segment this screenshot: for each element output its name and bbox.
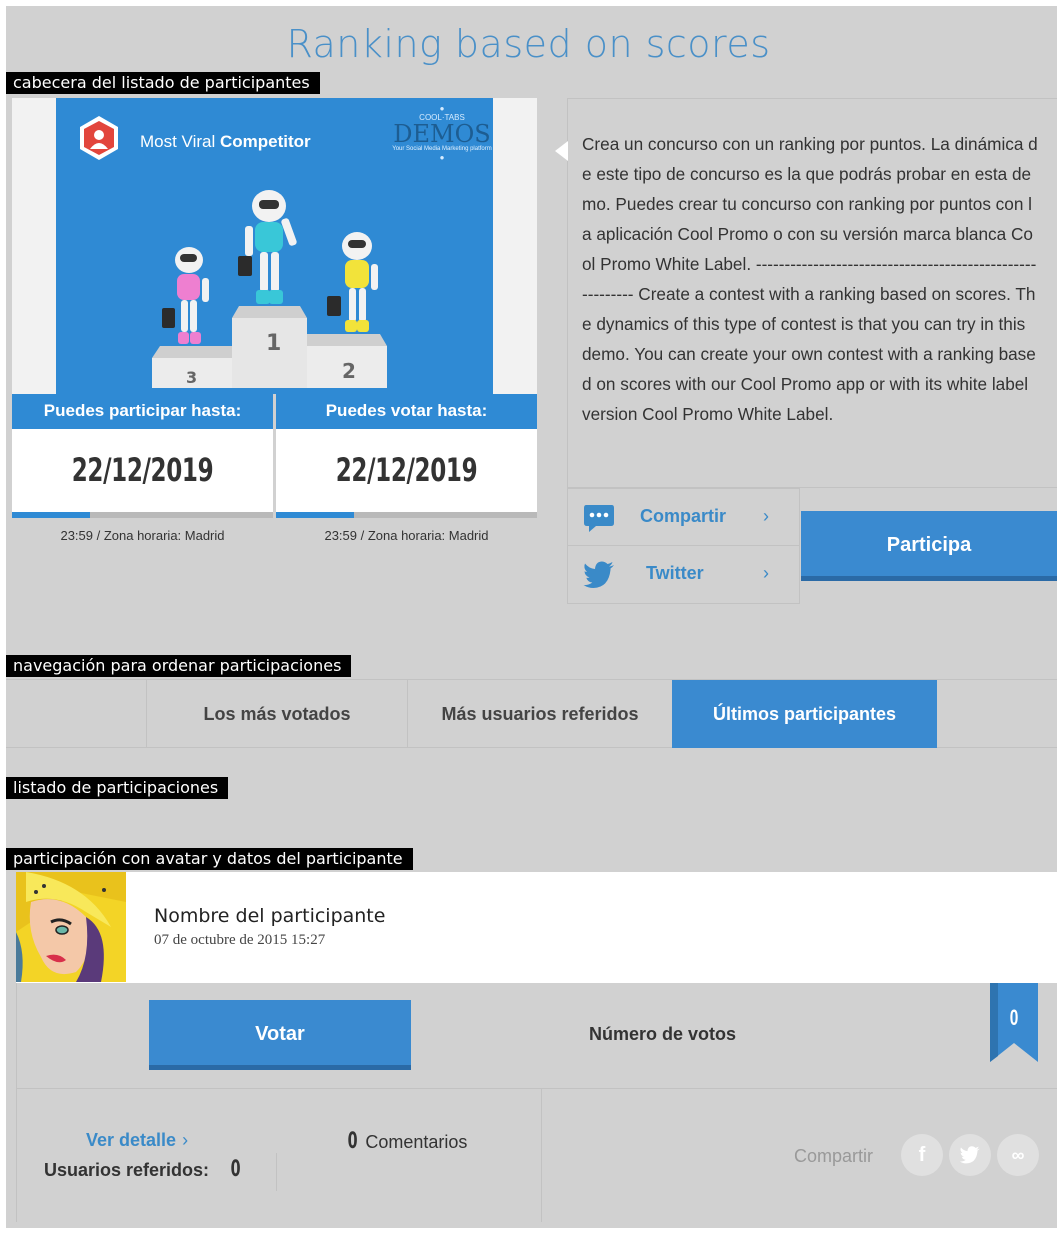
entry-footer: Ver detalle › 0 Comentarios Usuarios refe…	[16, 1089, 1057, 1222]
banner-right-margin	[493, 98, 537, 394]
votes-label: Número de votos	[589, 1024, 737, 1044]
link-icon[interactable]: ∞	[997, 1134, 1039, 1176]
twitter-icon[interactable]	[949, 1134, 991, 1176]
referred-count: 0	[230, 1157, 241, 1182]
vote-progress-bar	[276, 512, 537, 518]
twitter-label: Twitter	[646, 563, 704, 583]
participate-deadline-label: Puedes participar hasta:	[12, 394, 273, 429]
participate-timezone: 23:59 / Zona horaria: Madrid	[60, 528, 225, 543]
share-compartir-link[interactable]: Compartir ›	[568, 489, 799, 546]
vote-panel: Votar Número de votos 0	[16, 983, 1057, 1089]
referred-users: Usuarios referidos: 0	[44, 1157, 241, 1182]
share-twitter-link[interactable]: Twitter ›	[568, 546, 799, 603]
vote-timezone: 23:59 / Zona horaria: Madrid	[324, 528, 489, 543]
compartir-label: Compartir	[640, 506, 727, 526]
chevron-right-icon: ›	[182, 1130, 189, 1150]
share-panel: Compartir › Twitter ›	[567, 488, 800, 604]
demos-badge: ● COOL·TABS DEMOS Your Social Media Mark…	[392, 104, 492, 162]
description-pointer	[555, 141, 568, 161]
podium-third: 3	[186, 368, 197, 387]
participate-progress-bar	[12, 512, 273, 518]
page-title: Ranking based on scores	[286, 22, 771, 66]
divider	[276, 1153, 277, 1191]
facebook-icon[interactable]: f	[901, 1134, 943, 1176]
banner-brand-text: Most Viral Competitor	[140, 132, 311, 151]
contest-banner: Most Viral Competitor ● COOL·TABS DEMOS …	[12, 98, 537, 394]
votes-count: 0	[1009, 1005, 1019, 1030]
tag-nav: navegación para ordenar participaciones	[6, 655, 352, 677]
tab-most-referred[interactable]: Más usuarios referidos	[408, 680, 672, 748]
footer-share-label: Compartir	[794, 1146, 874, 1166]
vote-deadline: Puedes votar hasta: 22/12/2019	[276, 394, 537, 518]
chevron-right-icon: ›	[763, 563, 769, 583]
participate-deadline-date: 22/12/2019	[71, 451, 214, 489]
avatar[interactable]	[16, 872, 126, 982]
podium-first: 1	[266, 331, 281, 356]
participate-button[interactable]: Participa	[801, 511, 1057, 581]
chevron-right-icon: ›	[763, 506, 769, 526]
vote-button[interactable]: Votar	[149, 1000, 411, 1070]
sort-navigation: Los más votados Más usuarios referidos Ú…	[6, 679, 1057, 748]
podium-second: 2	[342, 359, 356, 383]
divider	[541, 1089, 542, 1222]
participant-date: 07 de octubre de 2015 15:27	[154, 932, 326, 948]
brand-logo-icon	[78, 115, 120, 161]
vote-deadline-date: 22/12/2019	[335, 451, 478, 489]
view-detail-link[interactable]: Ver detalle ›	[86, 1130, 188, 1151]
tab-latest-participants[interactable]: Últimos participantes	[672, 680, 937, 748]
banner-left-margin	[12, 98, 56, 394]
twitter-bird-icon	[583, 561, 614, 588]
participant-entry: Nombre del participante 07 de octubre de…	[16, 872, 1057, 983]
vote-deadline-label: Puedes votar hasta:	[276, 394, 537, 429]
participate-deadline: Puedes participar hasta: 22/12/2019	[12, 394, 273, 518]
description-text: Crea un concurso con un ranking por punt…	[582, 134, 1038, 424]
deadline-panel: Puedes participar hasta: 22/12/2019 Pued…	[12, 394, 537, 518]
podium-robots-illustration: 1 2 3	[152, 190, 387, 388]
tab-most-voted[interactable]: Los más votados	[146, 680, 408, 748]
contest-description: Crea un concurso con un ranking por punt…	[555, 98, 1057, 488]
comments-label: Comentarios	[365, 1132, 468, 1152]
tag-list: listado de participaciones	[6, 777, 229, 799]
tag-header: cabecera del listado de participantes	[6, 72, 320, 94]
comment-bubble-icon	[584, 505, 614, 532]
comments-link[interactable]: 0 Comentarios	[345, 1129, 468, 1154]
participant-name[interactable]: Nombre del participante	[154, 905, 385, 927]
comments-count: 0	[347, 1129, 358, 1154]
tag-entry: participación con avatar y datos del par…	[6, 848, 413, 870]
